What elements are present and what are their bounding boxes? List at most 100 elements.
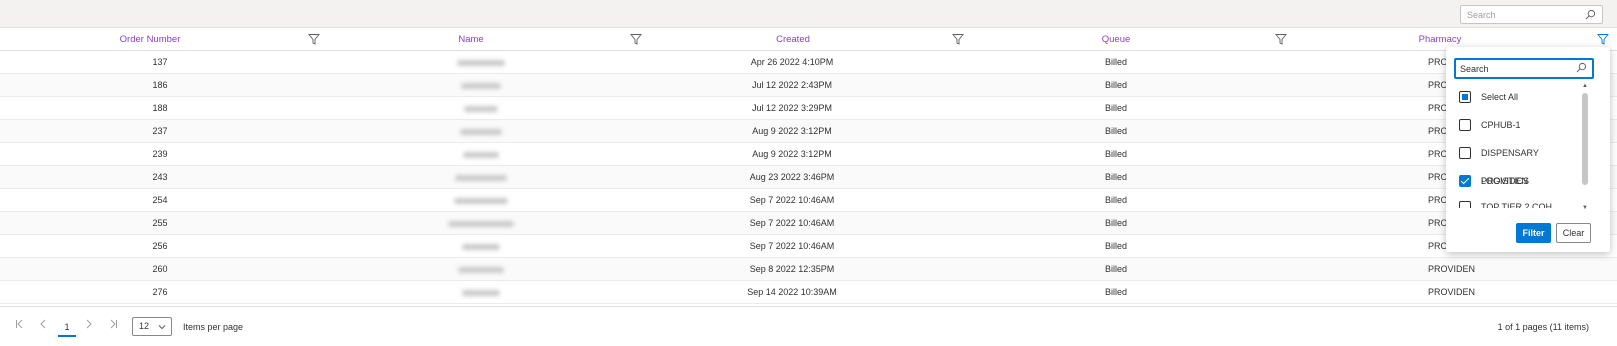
queue-cell: Billed [1104, 80, 1127, 90]
option-label: CPHUB-1 [1481, 120, 1521, 130]
created-cell: Aug 9 2022 3:12PM [752, 149, 832, 159]
filter-icon[interactable] [1597, 33, 1609, 45]
order-number-cell: 254 [152, 195, 168, 205]
filter-icon[interactable] [1275, 33, 1287, 45]
created-cell: Aug 9 2022 3:12PM [752, 126, 832, 136]
created-cell: Jul 12 2022 2:43PM [751, 80, 833, 90]
table-row[interactable]: 239 Aug 9 2022 3:12PM Billed PRO [0, 143, 1617, 166]
filter-option-top-tier-2-coh[interactable]: TOP TIER 2 COH [1454, 193, 1584, 208]
table-row[interactable]: 186 Jul 12 2022 2:43PM Billed PRO [0, 74, 1617, 97]
queue-cell: Billed [1104, 149, 1127, 159]
filter-list-scrollbar[interactable]: ▲ ▼ [1581, 83, 1589, 211]
created-cell: Sep 7 2022 10:46AM [749, 218, 835, 228]
last-page-icon[interactable] [108, 319, 118, 332]
table-row[interactable]: 237 Aug 9 2022 3:12PM Billed PRO [0, 120, 1617, 143]
filter-icon[interactable] [630, 33, 642, 45]
option-checkbox[interactable] [1459, 201, 1471, 208]
order-number-cell: 237 [152, 126, 168, 136]
created-cell: Jul 12 2022 3:29PM [751, 103, 833, 113]
filter-option-cphub-1[interactable]: CPHUB-1 [1454, 111, 1584, 139]
first-page-icon[interactable] [15, 319, 25, 332]
column-header-created[interactable]: Created [642, 28, 944, 51]
page-size-dropdown[interactable]: 12 [132, 317, 172, 336]
order-number-cell: 256 [152, 241, 168, 251]
name-cell [320, 51, 642, 74]
filter-icon[interactable] [952, 33, 964, 45]
clear-button[interactable]: Clear [1556, 223, 1591, 243]
grid-search-box[interactable] [1460, 5, 1603, 24]
grid-header: Order Number Name Created Queue Pharmacy [0, 28, 1617, 51]
order-number-cell: 137 [152, 57, 168, 67]
order-number-cell: 276 [152, 287, 168, 297]
pager-summary: 1 of 1 pages (11 items) [1497, 322, 1589, 332]
table-row[interactable]: 255 Sep 7 2022 10:46AM Billed PRO [0, 212, 1617, 235]
table-row[interactable]: 276 Sep 14 2022 10:39AM Billed PROVIDEN [0, 281, 1617, 304]
filter-search-box[interactable] [1454, 58, 1594, 79]
name-cell [320, 189, 642, 212]
filter-option-providen[interactable]: PROVIDEN [1454, 167, 1584, 195]
grid-toolbar [0, 0, 1617, 28]
filter-options-list: Select All CPHUB-1 DISPENSARY LOGISTICS … [1454, 83, 1596, 208]
table-row[interactable]: 256 Sep 7 2022 10:46AM Billed PRO [0, 235, 1617, 258]
queue-cell: Billed [1104, 103, 1127, 113]
created-cell: Sep 7 2022 10:46AM [749, 241, 835, 251]
filter-button[interactable]: Filter [1516, 223, 1551, 243]
option-checkbox[interactable] [1459, 147, 1471, 159]
option-label: Select All [1481, 92, 1519, 102]
name-cell [320, 212, 642, 235]
table-row[interactable]: 243 Aug 23 2022 3:46PM Billed PRO [0, 166, 1617, 189]
next-page-icon[interactable] [84, 319, 94, 332]
order-number-cell: 255 [152, 218, 168, 228]
created-cell: Aug 23 2022 3:46PM [749, 172, 835, 182]
search-icon[interactable] [1576, 62, 1587, 75]
column-header-order-number[interactable]: Order Number [0, 28, 300, 51]
filter-search-input[interactable] [1456, 60, 1572, 77]
option-label: PROVIDEN [1481, 176, 1529, 186]
column-header-queue[interactable]: Queue [964, 28, 1268, 51]
option-checkbox[interactable] [1459, 119, 1471, 131]
select-all-checkbox[interactable] [1459, 91, 1471, 103]
scrollbar-thumb[interactable] [1582, 93, 1588, 185]
queue-cell: Billed [1104, 57, 1127, 67]
pharmacy-cell: PROVIDEN [1428, 264, 1476, 274]
filter-option-select-all[interactable]: Select All [1454, 83, 1584, 111]
name-cell [320, 235, 642, 258]
table-row[interactable]: 260 Sep 8 2022 12:35PM Billed PROVIDEN [0, 258, 1617, 281]
grid-body: 137 Apr 26 2022 4:10PM Billed PRO 186 Ju… [0, 51, 1617, 304]
prev-page-icon[interactable] [38, 319, 48, 332]
items-per-page-label: Items per page [183, 322, 244, 332]
name-cell [320, 120, 642, 143]
grid-pager: 1 12 Items per page 1 of 1 pages (11 ite… [0, 306, 1617, 346]
order-number-cell: 186 [152, 80, 168, 90]
table-row[interactable]: 137 Apr 26 2022 4:10PM Billed PRO [0, 51, 1617, 74]
created-cell: Sep 7 2022 10:46AM [749, 195, 835, 205]
order-number-cell: 188 [152, 103, 168, 113]
queue-cell: Billed [1104, 218, 1127, 228]
table-row[interactable]: 254 Sep 7 2022 10:46AM Billed PRO [0, 189, 1617, 212]
filter-option-dispensary-logistics[interactable]: DISPENSARY LOGISTICS [1454, 139, 1584, 186]
created-cell: Sep 14 2022 10:39AM [747, 287, 837, 297]
queue-cell: Billed [1104, 287, 1127, 297]
filter-icon[interactable] [308, 33, 320, 45]
queue-cell: Billed [1104, 172, 1127, 182]
queue-cell: Billed [1104, 264, 1127, 274]
current-page-button[interactable]: 1 [58, 322, 76, 337]
queue-cell: Billed [1104, 241, 1127, 251]
scroll-down-icon[interactable]: ▼ [1581, 205, 1589, 211]
order-number-cell: 243 [152, 172, 168, 182]
table-row[interactable]: 188 Jul 12 2022 3:29PM Billed PRO [0, 97, 1617, 120]
name-cell [320, 143, 642, 166]
orders-grid: Order Number Name Created Queue Pharmacy… [0, 28, 1617, 304]
column-header-name[interactable]: Name [320, 28, 622, 51]
name-cell [320, 258, 642, 281]
name-cell [320, 74, 642, 97]
order-number-cell: 260 [152, 264, 168, 274]
scroll-up-icon[interactable]: ▲ [1581, 83, 1589, 89]
option-label: TOP TIER 2 COH [1481, 202, 1553, 208]
created-cell: Apr 26 2022 4:10PM [750, 57, 834, 67]
chevron-down-icon [158, 318, 166, 335]
created-cell: Sep 8 2022 12:35PM [749, 264, 835, 274]
grid-search-input[interactable] [1461, 6, 1579, 23]
option-checkbox[interactable] [1459, 175, 1471, 187]
search-icon[interactable] [1585, 9, 1596, 22]
